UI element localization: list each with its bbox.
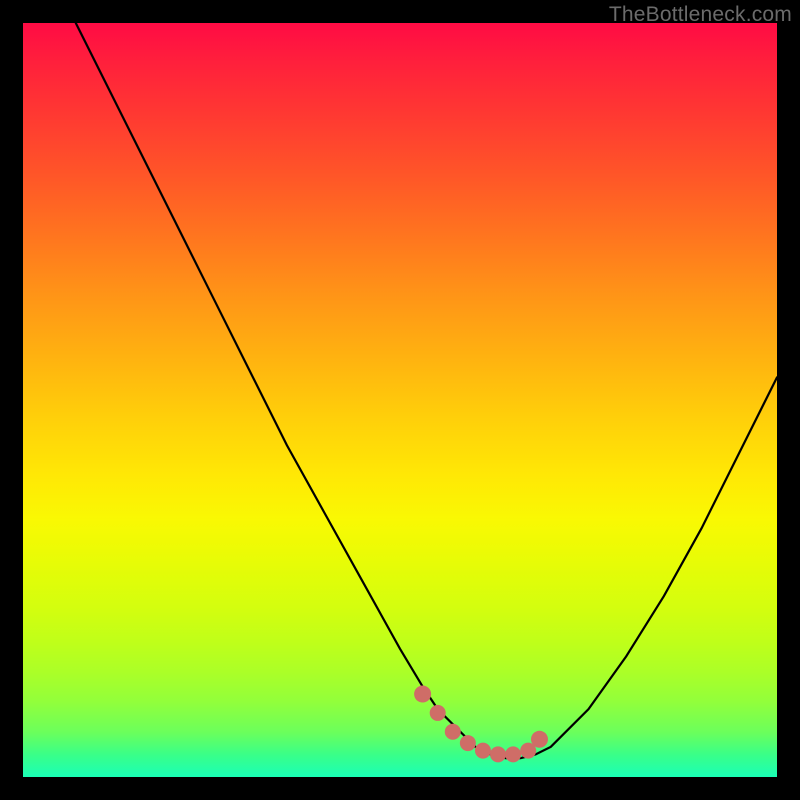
watermark-text: TheBottleneck.com (609, 3, 792, 27)
curve-marker (430, 705, 446, 721)
curve-marker (414, 686, 431, 703)
chart-container: TheBottleneck.com (0, 0, 800, 800)
curve-marker (445, 724, 461, 740)
curve-marker (505, 746, 521, 762)
curve-marker (475, 743, 491, 759)
curve-marker (460, 735, 476, 751)
curve-marker (490, 746, 506, 762)
bottleneck-curve (76, 23, 777, 758)
chart-svg (23, 23, 777, 777)
marker-group (414, 686, 548, 763)
curve-marker (531, 731, 548, 748)
